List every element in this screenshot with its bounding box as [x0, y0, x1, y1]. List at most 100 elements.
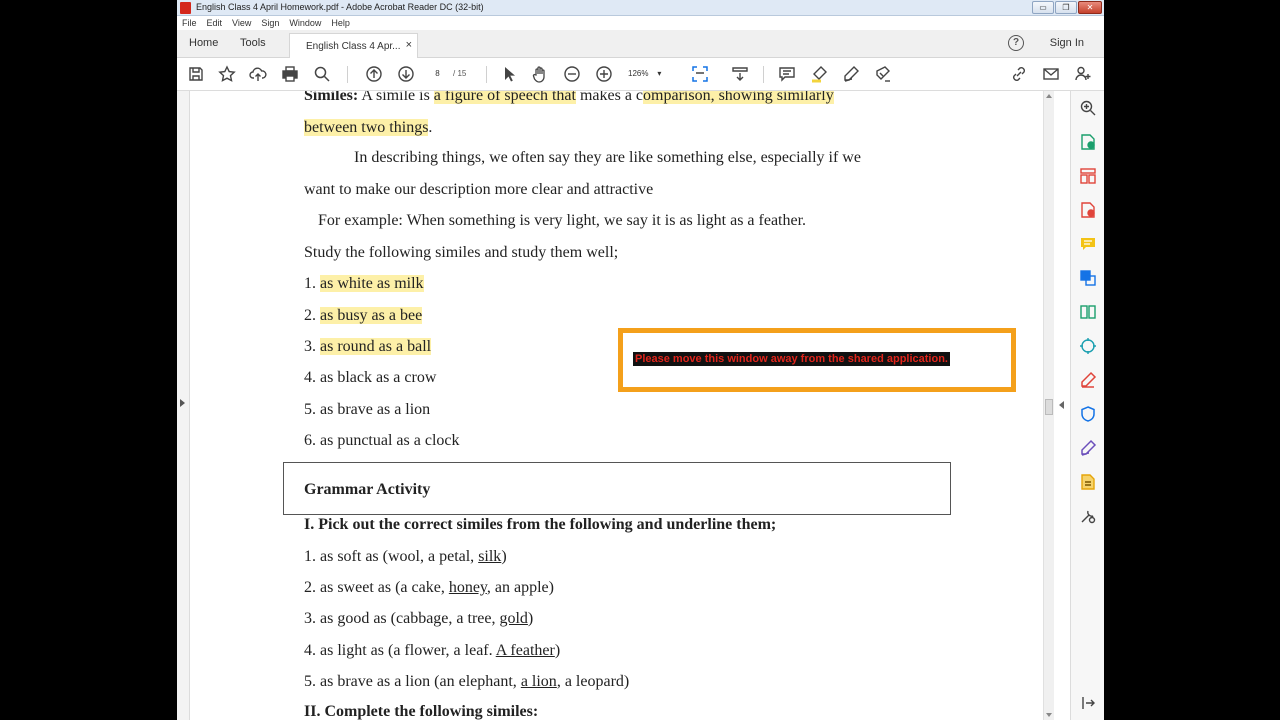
text-span: 3. as good as (cabbage, a tree, — [304, 610, 500, 627]
upload-cloud-icon[interactable] — [249, 65, 267, 83]
expand-left-pane-icon[interactable] — [180, 399, 185, 407]
expand-pane-icon[interactable] — [1079, 694, 1097, 712]
compress-icon[interactable] — [1079, 303, 1097, 321]
list-number: 2. — [304, 307, 320, 324]
share-warning-message: Please move this window away from the sh… — [633, 352, 950, 366]
list-number: 6. — [304, 432, 320, 449]
underlined-answer: gold — [499, 610, 528, 627]
acrobat-window: English Class 4 April Homework.pdf - Ado… — [177, 0, 1104, 720]
edit-pdf-icon[interactable] — [1079, 473, 1097, 491]
organize-pages-icon[interactable] — [1079, 167, 1097, 185]
hand-tool-icon[interactable] — [531, 65, 549, 83]
page-total: / 15 — [453, 69, 467, 78]
exercise-item: 4. as light as (a flower, a leaf. A feat… — [304, 642, 560, 660]
similes-definition-line-2: between two things. — [304, 119, 432, 137]
text-span: , an apple) — [486, 579, 554, 596]
title-bar: English Class 4 April Homework.pdf - Ado… — [177, 0, 1104, 16]
tab-tools[interactable]: Tools — [240, 37, 266, 49]
text-span: A simile is — [358, 91, 434, 104]
scan-icon[interactable] — [1079, 337, 1097, 355]
add-user-icon[interactable] — [1074, 65, 1092, 83]
menu-window[interactable]: Window — [284, 16, 326, 30]
right-pane-toggle[interactable] — [1055, 91, 1070, 720]
text-span: makes a c — [575, 91, 644, 104]
zoom-in-page-icon[interactable] — [1079, 99, 1097, 117]
window-title: English Class 4 April Homework.pdf - Ado… — [196, 2, 484, 12]
minimize-button[interactable]: ▭ — [1032, 1, 1054, 14]
menu-file[interactable]: File — [177, 16, 202, 30]
select-arrow-icon[interactable] — [500, 65, 518, 83]
highlighted-text: a figure of speech that — [433, 91, 576, 104]
page-up-icon[interactable] — [365, 65, 383, 83]
exercise-item: 2. as sweet as (a cake, honey, an apple) — [304, 579, 554, 597]
menu-edit[interactable]: Edit — [202, 16, 228, 30]
zoom-in-icon[interactable] — [595, 65, 613, 83]
page-number-input[interactable]: 8 — [425, 67, 450, 81]
exercise-item: 1. as soft as (wool, a petal, silk) — [304, 548, 507, 566]
list-number: 5. — [304, 401, 320, 418]
scroll-down-icon[interactable] — [1046, 713, 1052, 717]
more-tools-icon[interactable] — [1079, 507, 1097, 525]
zoom-out-icon[interactable] — [563, 65, 581, 83]
tab-home[interactable]: Home — [189, 37, 218, 49]
collapse-right-pane-icon[interactable] — [1059, 401, 1064, 409]
list-number: 4. — [304, 369, 320, 386]
study-line: Study the following similes and study th… — [304, 244, 619, 261]
list-item: 6. as punctual as a clock — [304, 432, 460, 450]
help-icon[interactable]: ? — [1008, 35, 1024, 51]
close-tab-icon[interactable]: × — [406, 39, 412, 51]
highlight-icon[interactable] — [810, 65, 828, 83]
underlined-answer: A feather — [495, 642, 555, 659]
tab-document-label: English Class 4 Apr... — [306, 41, 401, 52]
text-span: 1. as soft as (wool, a petal, — [304, 548, 479, 565]
restore-button[interactable]: ❐ — [1055, 1, 1077, 14]
print-icon[interactable] — [281, 65, 299, 83]
left-nav-pane[interactable] — [177, 91, 190, 720]
sign-in-button[interactable]: Sign In — [1050, 37, 1084, 49]
exercise-item: 3. as good as (cabbage, a tree, gold) — [304, 610, 533, 628]
text-span: as brave as a lion — [320, 401, 431, 418]
sign-pen-icon[interactable] — [1079, 439, 1097, 457]
document-view[interactable]: Similes: A simile is a figure of speech … — [191, 91, 1043, 720]
fill-sign-icon[interactable] — [1079, 371, 1097, 389]
email-icon[interactable] — [1042, 65, 1060, 83]
highlighted-text: as white as milk — [320, 275, 424, 292]
share-link-icon[interactable] — [1010, 65, 1028, 83]
vertical-scrollbar[interactable] — [1043, 91, 1054, 720]
page-down-icon[interactable] — [397, 65, 415, 83]
zoom-level-select[interactable]: 126% ▾ — [628, 67, 668, 81]
tab-document[interactable]: English Class 4 Apr... × — [289, 33, 418, 58]
draw-icon[interactable] — [842, 65, 860, 83]
list-item: 5. as brave as a lion — [304, 401, 430, 419]
menu-sign[interactable]: Sign — [256, 16, 284, 30]
list-number: 1. — [304, 275, 320, 292]
paragraph-line: In describing things, we often say they … — [354, 149, 861, 166]
close-window-button[interactable]: ✕ — [1078, 1, 1102, 14]
stamp-icon[interactable] — [874, 65, 892, 83]
export-pdf-icon[interactable] — [1079, 201, 1097, 219]
section-heading: I. Pick out the correct similes from the… — [304, 516, 777, 533]
toolbar: 8 / 15 126% ▾ — [177, 58, 1104, 91]
combine-files-icon[interactable] — [1079, 269, 1097, 287]
text-span: ) — [501, 548, 507, 565]
menu-view[interactable]: View — [227, 16, 256, 30]
menu-help[interactable]: Help — [326, 16, 355, 30]
text-span: as punctual as a clock — [320, 432, 460, 449]
zoom-level-value: 126% — [628, 69, 649, 78]
page-fit-icon[interactable] — [691, 65, 709, 83]
scroll-thumb[interactable] — [1045, 399, 1053, 415]
comment-tool-icon[interactable] — [1079, 235, 1097, 253]
menu-bar: File Edit View Sign Window Help — [177, 16, 1104, 30]
save-icon[interactable] — [187, 65, 205, 83]
protect-icon[interactable] — [1079, 405, 1097, 423]
list-item: 1. as white as milk — [304, 275, 424, 293]
window-controls: ▭ ❐ ✕ — [1032, 1, 1102, 14]
text-span: , a leopard) — [556, 673, 630, 690]
comment-icon[interactable] — [778, 65, 796, 83]
list-item: 2. as busy as a bee — [304, 307, 423, 325]
create-pdf-icon[interactable] — [1079, 133, 1097, 151]
scroll-up-icon[interactable] — [1046, 94, 1052, 98]
scroll-mode-icon[interactable] — [731, 65, 749, 83]
search-zoom-icon[interactable] — [313, 65, 331, 83]
bookmark-star-icon[interactable] — [218, 65, 236, 83]
